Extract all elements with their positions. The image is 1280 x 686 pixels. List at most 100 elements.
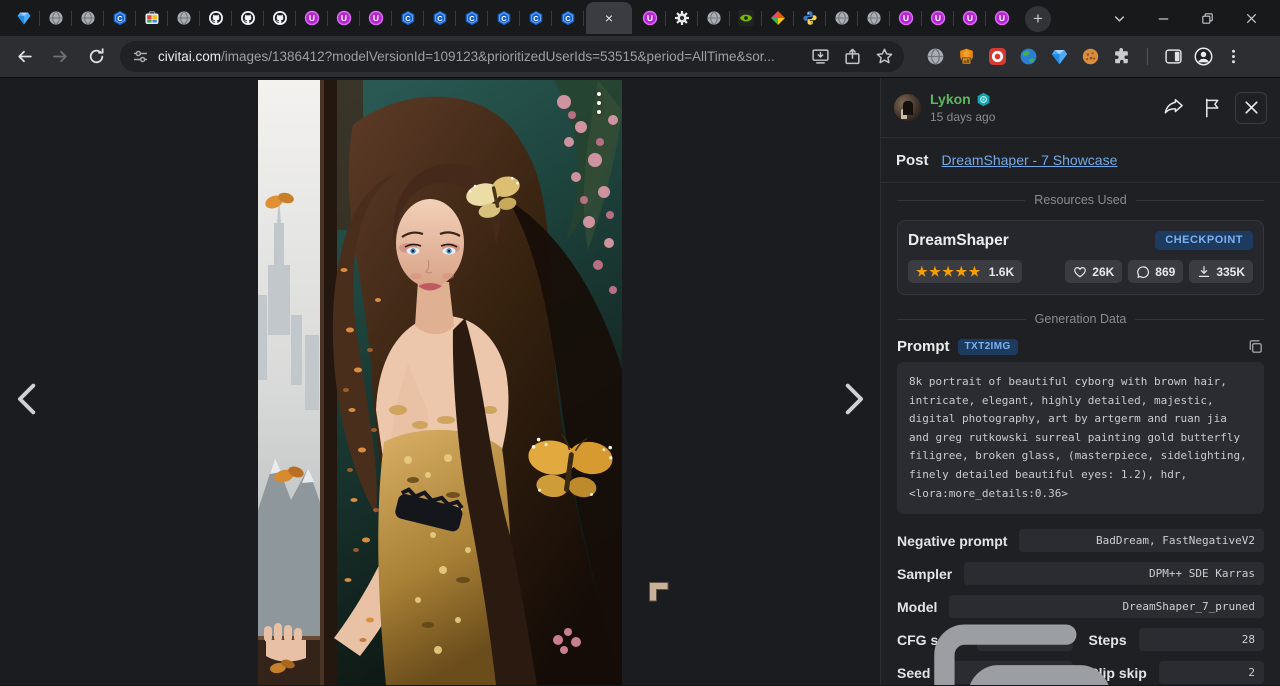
bookmark-star-icon[interactable] (875, 47, 894, 66)
forward-button[interactable] (44, 41, 76, 73)
tab-nvidia[interactable] (730, 0, 761, 36)
extension-shield-off-icon[interactable]: off (957, 47, 976, 66)
tab-ultralytics[interactable]: U (296, 0, 327, 36)
new-tab-button[interactable]: + (1025, 6, 1051, 32)
tab-github[interactable] (232, 0, 263, 36)
tab-ultralytics[interactable]: U (360, 0, 391, 36)
globe-favicon (706, 10, 722, 26)
globe-favicon (80, 10, 96, 26)
profile-avatar-icon[interactable] (1194, 47, 1213, 66)
close-tab-icon[interactable]: × (605, 11, 613, 25)
report-flag-button[interactable] (1196, 92, 1228, 124)
tab-civitai[interactable]: C (520, 0, 551, 36)
active-tab[interactable]: × (586, 2, 632, 34)
tab-ultralytics[interactable]: U (634, 0, 665, 36)
globe-favicon (866, 10, 882, 26)
sidebar-toggle-icon[interactable] (1164, 47, 1183, 66)
tab-prism[interactable] (762, 0, 793, 36)
github-favicon (240, 10, 256, 26)
civitai-favicon: C (560, 10, 576, 26)
tab-globe[interactable] (698, 0, 729, 36)
gem-favicon (16, 10, 32, 26)
post-link[interactable]: DreamShaper - 7 Showcase (942, 152, 1118, 168)
svg-text:C: C (501, 14, 507, 23)
rating-pill[interactable]: ★★★★★ 1.6K (908, 260, 1022, 283)
share-button[interactable] (1157, 92, 1189, 124)
tab-gear[interactable] (666, 0, 697, 36)
tab-globe[interactable] (858, 0, 889, 36)
extension-red-ring-icon[interactable] (988, 47, 1007, 66)
resource-card[interactable]: DreamShaper CHECKPOINT ★★★★★ 1.6K 26K 86… (897, 220, 1264, 295)
close-button[interactable] (1236, 5, 1266, 31)
user-avatar[interactable] (894, 94, 921, 121)
prompt-text[interactable]: 8k portrait of beautiful cyborg with bro… (897, 362, 1264, 514)
close-panel-button[interactable] (1235, 92, 1267, 124)
send-tab-icon[interactable] (843, 47, 862, 66)
tab-civitai[interactable]: C (552, 0, 583, 36)
tab-ultralytics[interactable]: U (328, 0, 359, 36)
viewed-image[interactable] (258, 80, 622, 685)
tab-civitai[interactable]: C (488, 0, 519, 36)
tab-globe[interactable] (826, 0, 857, 36)
resource-name[interactable]: DreamShaper (908, 232, 1009, 250)
svg-text:U: U (998, 13, 1004, 23)
verified-badge-icon (976, 92, 991, 107)
param-value[interactable]: 28 (1139, 628, 1264, 651)
globe-favicon (48, 10, 64, 26)
svg-text:U: U (966, 13, 972, 23)
civitai-favicon: C (432, 10, 448, 26)
tab-civitai[interactable]: C (424, 0, 455, 36)
copy-prompt-icon[interactable] (1247, 338, 1264, 355)
likes-pill[interactable]: 26K (1065, 260, 1122, 283)
extension-gem-icon[interactable] (1050, 47, 1069, 66)
svg-text:C: C (469, 14, 475, 23)
tab-python[interactable] (794, 0, 825, 36)
tab-ultralytics[interactable]: U (954, 0, 985, 36)
back-button[interactable] (8, 41, 40, 73)
tab-civitai[interactable]: C (104, 0, 135, 36)
extension-cookie-icon[interactable] (1081, 47, 1100, 66)
ultralytics-favicon: U (930, 10, 946, 26)
rating-count: 1.6K (989, 265, 1014, 279)
tab-webstore[interactable] (136, 0, 167, 36)
tab-github[interactable] (264, 0, 295, 36)
browser-menu-icon[interactable] (1224, 47, 1243, 66)
svg-text:U: U (902, 13, 908, 23)
tab-globe[interactable] (72, 0, 103, 36)
install-icon[interactable] (811, 47, 830, 66)
tab-ultralytics[interactable]: U (986, 0, 1017, 36)
svg-text:C: C (565, 14, 571, 23)
username-link[interactable]: Lykon (930, 91, 971, 109)
github-favicon (208, 10, 224, 26)
image-options-menu-icon[interactable] (593, 88, 605, 118)
tab-search-chevron-button[interactable] (1104, 5, 1134, 31)
param-value[interactable]: DPM++ SDE Karras (964, 562, 1264, 585)
next-image-button[interactable] (831, 375, 879, 423)
tab-globe[interactable] (40, 0, 71, 36)
tab-civitai[interactable]: C (456, 0, 487, 36)
extension-puzzle-icon[interactable] (1112, 47, 1131, 66)
github-favicon (272, 10, 288, 26)
downloads-pill[interactable]: 335K (1189, 260, 1253, 283)
txt2img-badge: TXT2IMG (958, 339, 1018, 355)
minimize-button[interactable] (1148, 5, 1178, 31)
tab-civitai[interactable]: C (392, 0, 423, 36)
address-bar[interactable]: civitai.com/images/1386412?modelVersionI… (120, 41, 904, 72)
extension-earth-icon[interactable] (1019, 47, 1038, 66)
tab-gem[interactable] (8, 0, 39, 36)
tab-github[interactable] (200, 0, 231, 36)
previous-image-button[interactable] (2, 375, 50, 423)
restore-button[interactable] (1192, 5, 1222, 31)
comments-pill[interactable]: 869 (1128, 260, 1183, 283)
tab-ultralytics[interactable]: U (922, 0, 953, 36)
site-info-icon[interactable] (132, 48, 149, 65)
reload-button[interactable] (80, 41, 112, 73)
param-value[interactable]: 2 (1159, 661, 1264, 684)
param-value[interactable]: BadDream, FastNegativeV2 (1019, 529, 1264, 552)
extension-globe-icon[interactable] (926, 47, 945, 66)
tab-ultralytics[interactable]: U (890, 0, 921, 36)
tab-globe[interactable] (168, 0, 199, 36)
image-viewer-area (0, 78, 880, 685)
ultralytics-favicon: U (898, 10, 914, 26)
ultralytics-favicon: U (336, 10, 352, 26)
